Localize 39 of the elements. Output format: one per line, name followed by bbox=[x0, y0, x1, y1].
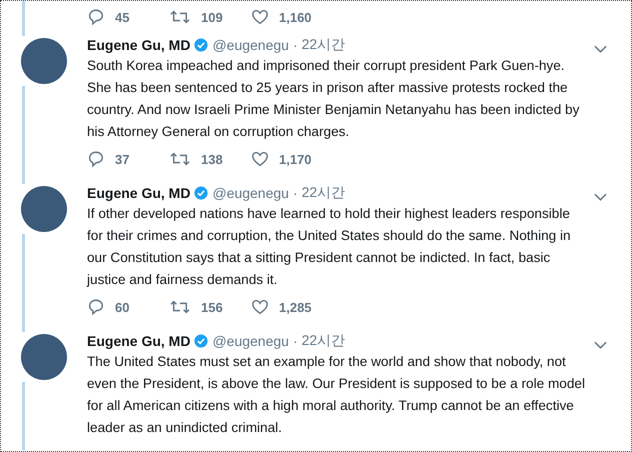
author-handle[interactable]: @eugenegu bbox=[212, 333, 289, 349]
heart-icon[interactable] bbox=[251, 298, 269, 316]
like-count: 1,170 bbox=[279, 152, 312, 166]
avatar-photo-placeholder[interactable] bbox=[20, 186, 66, 232]
heart-icon[interactable] bbox=[251, 8, 269, 26]
tweet-time[interactable]: 22시간 bbox=[302, 36, 346, 54]
reply-icon[interactable] bbox=[87, 150, 105, 168]
reply-count: 45 bbox=[115, 10, 130, 24]
like-count: 1,160 bbox=[279, 10, 312, 24]
retweet-count: 138 bbox=[201, 152, 223, 166]
reply-icon[interactable] bbox=[87, 8, 105, 26]
separator-dot: · bbox=[292, 185, 298, 201]
chevron-down-icon[interactable] bbox=[594, 45, 607, 53]
chevron-down-icon[interactable] bbox=[594, 341, 607, 349]
retweet-icon[interactable] bbox=[169, 8, 191, 26]
author-name[interactable]: Eugene Gu, MD bbox=[87, 37, 190, 53]
chevron-down-icon[interactable] bbox=[594, 193, 607, 201]
retweet-icon[interactable] bbox=[169, 298, 191, 316]
reply-count: 37 bbox=[115, 152, 130, 166]
tweet-time[interactable]: 22시간 bbox=[302, 332, 346, 350]
separator-dot: · bbox=[292, 333, 298, 349]
retweet-count: 109 bbox=[201, 10, 223, 24]
separator-dot: · bbox=[292, 37, 298, 53]
tweet-time[interactable]: 22시간 bbox=[302, 184, 346, 202]
retweet-icon[interactable] bbox=[169, 150, 191, 168]
author-name[interactable]: Eugene Gu, MD bbox=[87, 185, 190, 201]
author-name[interactable]: Eugene Gu, MD bbox=[87, 333, 190, 349]
reply-icon[interactable] bbox=[87, 298, 105, 316]
tweet-text: The United States must set an example for the world and show that nobody, not even the President, is above the law. Our President is supposed to be a role model for all American citizens with a high moral authority. Trump cannot be an effective leader as an unindicted criminal. bbox=[87, 353, 586, 437]
author-handle[interactable]: @eugenegu bbox=[212, 37, 289, 53]
tweet-text: If other developed nations have learned to hold their highest leaders responsible for their crimes and corruption, the United States should do the same. Nothing in our Constitution says that a sitting President cannot be indicted. In fact, basic justice and fairness demands it. bbox=[87, 205, 572, 289]
reply-count: 60 bbox=[115, 300, 130, 314]
author-handle[interactable]: @eugenegu bbox=[212, 185, 289, 201]
retweet-count: 156 bbox=[201, 300, 223, 314]
avatar-photo-placeholder[interactable] bbox=[20, 334, 66, 380]
avatar-photo-placeholder[interactable] bbox=[20, 38, 66, 84]
like-count: 1,285 bbox=[279, 300, 312, 314]
heart-icon[interactable] bbox=[251, 150, 269, 168]
tweet-text: South Korea impeached and imprisoned their corrupt president Park Guen-hye. She has been sentenced to 25 years in prison after massive protests rocked the country. And now Israeli Prime Minister Benjamin Netanyahu has been indicted by his Attorney General on corruption charges. bbox=[87, 57, 580, 141]
